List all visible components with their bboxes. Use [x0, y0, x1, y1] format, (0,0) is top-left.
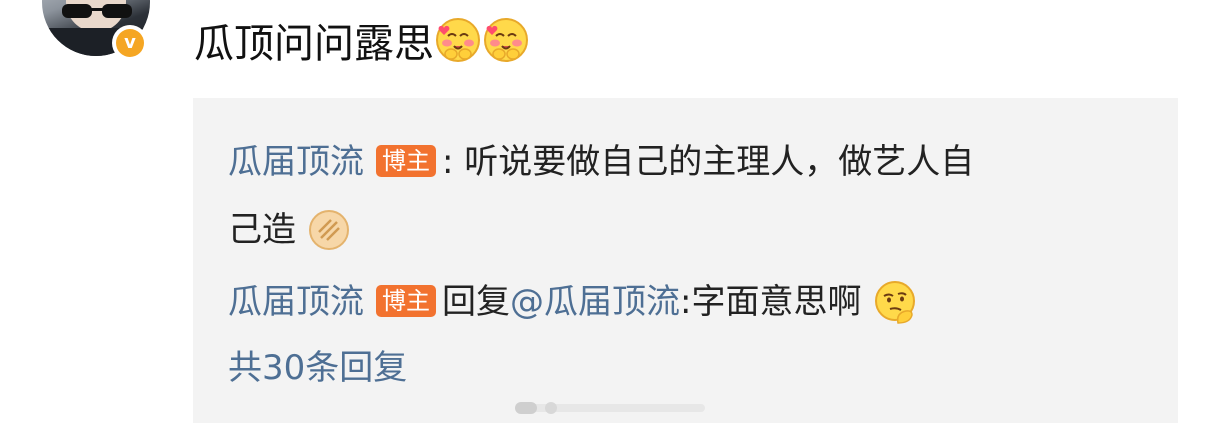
crackers-icon	[308, 209, 349, 250]
reply-2: 瓜届顶流 博主 回复@瓜届顶流:字面意思啊	[228, 278, 918, 327]
reply-text: :字面意思啊	[680, 282, 862, 322]
blogger-badge: 博主	[376, 284, 436, 317]
reply-prefix: 回复	[442, 282, 510, 322]
reply-text: : 听说要做自己的主理人，做艺人自	[442, 142, 975, 182]
thinking-face-icon	[875, 280, 916, 324]
comment-text: 瓜顶问问露思	[194, 10, 530, 70]
weibo-comment-screen: v 瓜顶问问露思 瓜届顶流 博主: 听说要做自己的主理人，做艺人自 己造 瓜届…	[0, 0, 1219, 428]
blogger-badge: 博主	[376, 144, 436, 177]
blush-heart-icon	[436, 18, 480, 62]
verified-v-icon: v	[116, 29, 144, 57]
reply-1-line-2: 己造	[228, 206, 351, 254]
reply-author-link[interactable]: 瓜届顶流	[228, 142, 364, 182]
reply-author-link[interactable]: 瓜届顶流	[228, 282, 364, 322]
comment-body: 瓜顶问问露思	[194, 21, 434, 67]
view-more-replies-link[interactable]: 共30条回复	[228, 344, 407, 392]
scroll-indicator	[515, 402, 705, 414]
reply-box: 瓜届顶流 博主: 听说要做自己的主理人，做艺人自 己造 瓜届顶流 博主 回复@瓜届顶流…	[193, 98, 1178, 423]
verified-badge: v	[112, 25, 148, 61]
blush-heart-icon	[484, 18, 528, 62]
reply-text-continued: 己造	[228, 210, 296, 250]
mention-link[interactable]: @瓜届顶流	[510, 282, 680, 322]
sunglasses-icon	[62, 4, 132, 18]
reply-1-line-1: 瓜届顶流 博主: 听说要做自己的主理人，做艺人自	[228, 138, 974, 186]
